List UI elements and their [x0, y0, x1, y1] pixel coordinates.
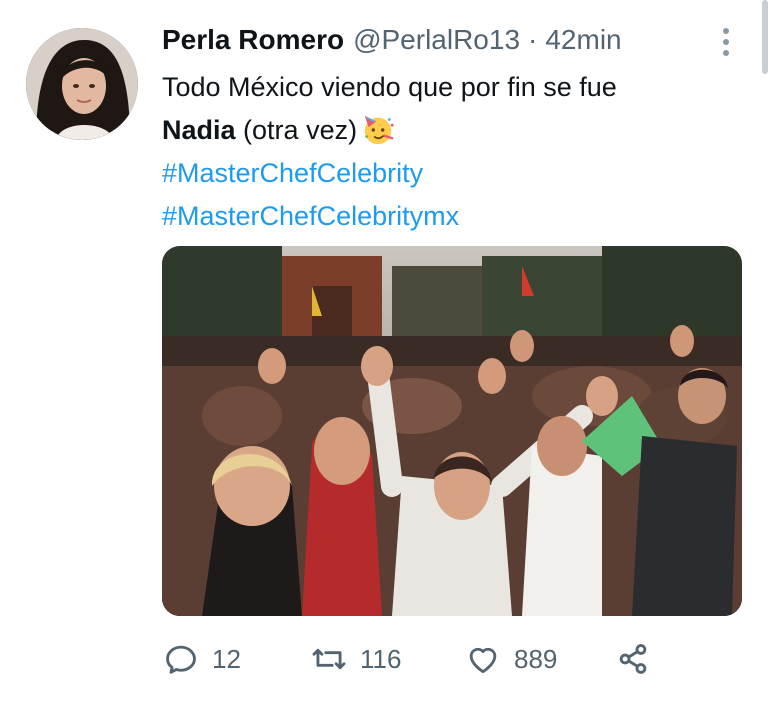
reply-icon: [166, 645, 196, 674]
reply-button[interactable]: 12: [162, 640, 241, 678]
hashtag-link[interactable]: #MasterChefCelebrity: [162, 152, 742, 195]
share-button[interactable]: [614, 640, 652, 678]
reply-count: 12: [212, 643, 241, 674]
like-count: 889: [514, 643, 558, 674]
bold-name: Nadia: [162, 115, 236, 145]
tweet-text-rest: (otra vez): [243, 115, 358, 145]
retweet-button[interactable]: 116: [310, 640, 401, 678]
like-button[interactable]: 889: [464, 640, 557, 678]
partying-face-emoji-icon: [364, 115, 394, 145]
tweet-photo[interactable]: [162, 246, 742, 616]
share-icon: [619, 644, 647, 674]
avatar[interactable]: [26, 28, 138, 140]
author-handle[interactable]: @PerlalRo13: [353, 24, 520, 56]
retweet-icon: [312, 648, 346, 670]
author-name[interactable]: Perla Romero: [162, 24, 344, 56]
more-options-icon[interactable]: [720, 28, 732, 56]
tweet-header: Perla Romero @PerlalRo13 · 42min: [162, 24, 622, 60]
like-icon: [469, 647, 497, 674]
tweet-text-line-2: Nadia (otra vez): [162, 109, 742, 152]
crowd-photo-image: [162, 246, 742, 616]
scrollbar[interactable]: [762, 0, 768, 74]
timestamp[interactable]: 42min: [545, 24, 621, 56]
separator-dot: ·: [528, 24, 538, 55]
retweet-count: 116: [360, 643, 402, 674]
hashtag-link[interactable]: #MasterChefCelebritymx: [162, 195, 742, 238]
tweet-text-line-1: Todo México viendo que por fin se fue: [162, 72, 617, 102]
avatar-image: [26, 28, 138, 140]
tweet-text: Todo México viendo que por fin se fue Na…: [162, 66, 742, 238]
tweet-actions: 12 116 889: [162, 640, 742, 680]
